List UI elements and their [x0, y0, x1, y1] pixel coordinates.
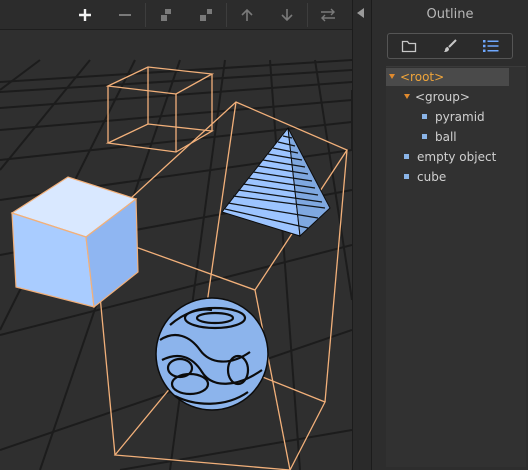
pyramid-object	[221, 126, 331, 238]
swap-icon	[321, 8, 335, 21]
ungroup-icon	[200, 8, 212, 21]
tree-node-group[interactable]: <group>	[404, 88, 470, 106]
brush-icon	[443, 39, 457, 52]
tree-node-label: <root>	[400, 70, 445, 84]
plus-icon	[79, 8, 91, 21]
tree-node-pyramid[interactable]: pyramid	[422, 108, 485, 126]
object-bullet-icon	[422, 114, 427, 119]
remove-button[interactable]	[105, 3, 145, 27]
folder-icon	[401, 40, 416, 53]
object-bullet-icon	[404, 174, 409, 179]
outline-view-tabs	[387, 33, 513, 59]
outline-panel: Outline <root> <group> pyramid ball empt…	[372, 0, 528, 470]
tree-node-label: <group>	[415, 90, 470, 104]
panel-splitter[interactable]	[352, 0, 372, 470]
collapse-arrow-icon[interactable]	[357, 8, 364, 18]
viewport-toolbar	[0, 0, 352, 30]
arrow-down-icon	[281, 8, 293, 21]
group-button[interactable]	[146, 3, 186, 27]
tree-node-root[interactable]: <root>	[386, 68, 509, 86]
outline-tree: <root> <group> pyramid ball empty object…	[386, 66, 526, 467]
arrow-up-icon	[241, 8, 253, 21]
tree-node-label: empty object	[417, 150, 497, 164]
ungroup-button[interactable]	[186, 3, 226, 27]
move-up-button[interactable]	[227, 3, 267, 27]
expand-arrow-icon[interactable]	[389, 74, 395, 79]
list-icon	[483, 40, 499, 52]
panel-title: Outline	[426, 7, 474, 22]
scene-canvas[interactable]	[0, 0, 352, 470]
add-button[interactable]	[65, 3, 105, 27]
tab-materials[interactable]	[429, 34, 470, 58]
tree-node-empty-object[interactable]: empty object	[404, 148, 496, 166]
object-bullet-icon	[404, 154, 409, 159]
tab-outline-list[interactable]	[471, 34, 512, 58]
tree-node-ball[interactable]: ball	[422, 128, 457, 146]
group-bbox	[92, 101, 348, 470]
3d-viewport[interactable]	[0, 0, 352, 470]
tab-files[interactable]	[388, 34, 429, 58]
move-down-button[interactable]	[267, 3, 307, 27]
minus-icon	[119, 13, 131, 16]
ball-object	[155, 297, 269, 411]
tree-node-cube[interactable]: cube	[404, 168, 446, 186]
group-icon	[161, 8, 171, 21]
expand-arrow-icon[interactable]	[404, 94, 410, 99]
tree-node-label: cube	[417, 170, 447, 184]
object-bullet-icon	[422, 134, 427, 139]
tree-node-label: pyramid	[435, 110, 485, 124]
swap-button[interactable]	[308, 3, 348, 27]
tree-node-label: ball	[435, 130, 457, 144]
